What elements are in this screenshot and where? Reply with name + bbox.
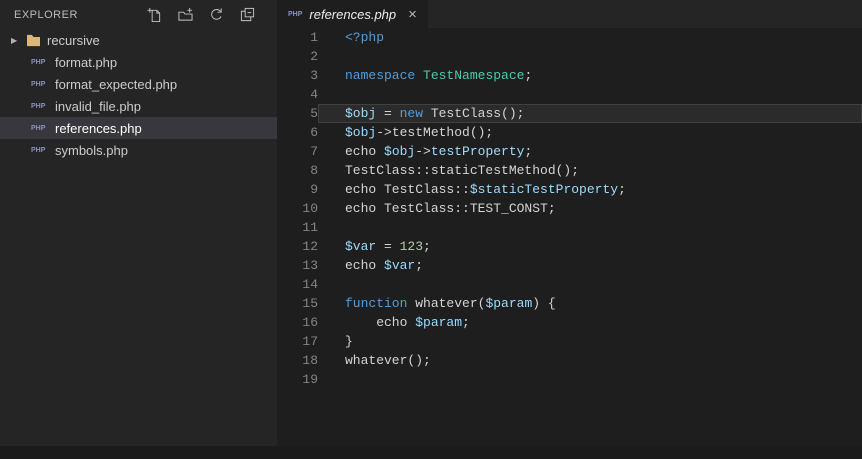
code-line-7[interactable]: 7 echo $obj->testProperty; [277,142,862,161]
explorer-header: EXPLORER [0,0,277,29]
new-folder-icon[interactable] [177,7,193,23]
code-line-18[interactable]: 18 whatever(); [277,351,862,370]
php-file-icon: PHP [31,124,46,132]
line-number: 19 [302,372,318,387]
php-file-icon: PHP [31,58,46,66]
line-number: 11 [302,220,318,235]
line-content [318,370,862,389]
line-number: 6 [310,125,318,140]
line-content: $var = 123; [345,239,431,254]
folder-icon [26,34,41,47]
tree-item-format_expected-php[interactable]: PHP format_expected.php [0,73,277,95]
code-line-14[interactable]: 14 [277,275,862,294]
php-file-icon: PHP [31,146,46,154]
tree-item-format-php[interactable]: PHP format.php [0,51,277,73]
code-line-5[interactable]: 5 $obj = new TestClass(); [277,104,862,123]
tab-references-php[interactable]: PHP references.php × [277,0,428,28]
file-label: invalid_file.php [55,98,142,114]
line-number: 15 [302,296,318,311]
file-label: format.php [55,54,118,70]
line-number: 16 [302,315,318,330]
refresh-icon[interactable] [208,7,224,23]
line-number: 7 [310,144,318,159]
line-number: 17 [302,334,318,349]
tab-label: references.php [309,6,397,22]
tab-bar: PHP references.php × [277,0,862,28]
collapse-all-icon[interactable] [239,7,255,23]
code-line-16[interactable]: 16 echo $param; [277,313,862,332]
line-number: 2 [310,49,318,64]
line-number: 5 [310,106,318,121]
tree-item-references-php[interactable]: PHP references.php [0,117,277,139]
file-label: recursive [47,32,100,48]
code-line-1[interactable]: 1 <?php [277,28,862,47]
line-number: 12 [302,239,318,254]
line-content [318,275,862,294]
tree-item-invalid_file-php[interactable]: PHP invalid_file.php [0,95,277,117]
code-line-3[interactable]: 3 namespace TestNamespace; [277,66,862,85]
line-content: $obj = new TestClass(); [318,104,862,123]
code-line-13[interactable]: 13 echo $var; [277,256,862,275]
line-content: TestClass::staticTestMethod(); [345,163,580,178]
line-content: whatever(); [345,353,431,368]
line-number: 13 [302,258,318,273]
line-number: 18 [302,353,318,368]
line-content [318,47,862,66]
line-content: echo TestClass::$staticTestProperty; [345,182,626,197]
line-number: 4 [310,87,318,102]
line-number: 9 [310,182,318,197]
line-content: echo $var; [345,258,424,273]
php-file-icon: PHP [31,102,46,110]
code-line-12[interactable]: 12 $var = 123; [277,237,862,256]
explorer-title: EXPLORER [14,8,78,21]
explorer-actions [146,7,255,23]
code-line-19[interactable]: 19 [277,370,862,389]
file-label: symbols.php [55,142,128,158]
code-line-15[interactable]: 15 function whatever($param) { [277,294,862,313]
code-line-9[interactable]: 9 echo TestClass::$staticTestProperty; [277,180,862,199]
tree-item-symbols-php[interactable]: PHP symbols.php [0,139,277,161]
line-number: 3 [310,68,318,83]
file-label: format_expected.php [55,76,178,92]
line-content: <?php [345,30,385,45]
editor-group: PHP references.php × 1 <?php 2 3 namespace T… [277,0,862,446]
code-line-11[interactable]: 11 [277,218,862,237]
close-icon[interactable]: × [408,7,417,22]
new-file-icon[interactable] [146,7,162,23]
explorer-sidebar: EXPLORER ▶ recursive PHP format.php PHP … [0,0,277,446]
file-label: references.php [55,120,142,136]
php-file-icon: PHP [31,80,46,88]
code-line-4[interactable]: 4 [277,85,862,104]
code-line-10[interactable]: 10 echo TestClass::TEST_CONST; [277,199,862,218]
line-content: echo TestClass::TEST_CONST; [345,201,556,216]
code-line-2[interactable]: 2 [277,47,862,66]
php-file-icon: PHP [288,10,303,18]
code-line-17[interactable]: 17} [277,332,862,351]
line-content [318,218,862,237]
tree-item-recursive[interactable]: ▶ recursive [0,29,277,51]
line-content: } [345,334,353,349]
vscode-window: EXPLORER ▶ recursive PHP format.php PHP … [0,0,862,446]
line-number: 8 [310,163,318,178]
line-content: function whatever($param) { [345,296,556,311]
chevron-right-icon: ▶ [11,35,18,45]
line-content: echo $param; [345,315,470,330]
line-content: namespace TestNamespace; [345,68,533,83]
line-content [318,85,862,104]
line-number: 14 [302,277,318,292]
code-line-8[interactable]: 8 TestClass::staticTestMethod(); [277,161,862,180]
code-area: 1 <?php 2 3 namespace TestNamespace; 4 5 $obj =… [277,28,862,446]
line-number: 1 [310,30,318,45]
code-line-6[interactable]: 6 $obj->testMethod(); [277,123,862,142]
line-content: echo $obj->testProperty; [345,144,533,159]
line-number: 10 [302,201,318,216]
file-tree: ▶ recursive PHP format.php PHP format_expecte… [0,29,277,446]
line-content: $obj->testMethod(); [345,125,494,140]
bottom-edge [0,446,862,459]
